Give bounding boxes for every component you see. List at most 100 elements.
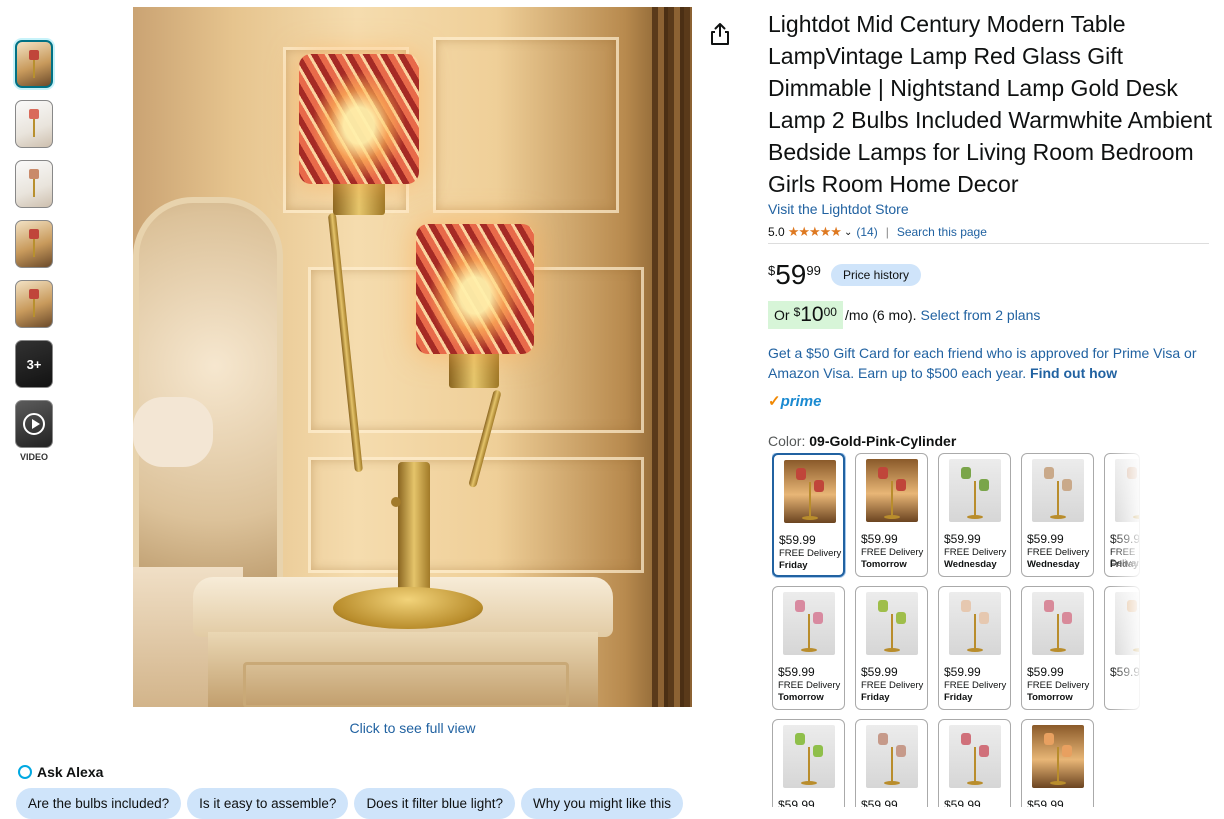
star-rating-icon[interactable]: ★★★★★ [788, 224, 842, 240]
swatch-price: $59.99 [1027, 532, 1064, 546]
color-swatch[interactable]: $59.99FREE DeliveryFriday [855, 586, 928, 710]
prime-label: prime [780, 393, 822, 410]
alexa-chip[interactable]: Is it easy to assemble? [187, 788, 349, 819]
color-swatch[interactable]: $59.99 FREE Delivery Tomorrow [772, 586, 845, 710]
ask-alexa-label: Ask Alexa [37, 764, 104, 780]
color-swatches: $59.99 FREE Delivery Friday $59.99 FREE Deli… [772, 453, 1140, 807]
swatch-delivery: FREE Delivery [779, 548, 842, 559]
swatch-price: $59.99 [944, 532, 981, 546]
swatch-image [784, 460, 836, 523]
ask-alexa-heading: Ask Alexa [18, 764, 103, 780]
color-label-text: Color: [768, 433, 806, 449]
swatch-price: $59.99 [779, 533, 816, 547]
divider: | [885, 225, 889, 239]
swatch-price: $59.99 [861, 665, 898, 679]
swatch-image [866, 459, 918, 522]
color-swatch[interactable]: $59.99 [1021, 719, 1094, 807]
swatch-image [783, 725, 835, 788]
color-value: 09-Gold-Pink-Cylinder [809, 433, 957, 449]
share-icon[interactable] [709, 22, 731, 46]
swatch-price: $59.99 [861, 798, 898, 807]
or-label: Or [774, 307, 790, 323]
swatch-price: $59.99 [778, 665, 815, 679]
color-swatch[interactable]: $59.99 FREE Delivery Wednesday [1021, 453, 1094, 577]
review-count-link[interactable]: (14) [856, 225, 877, 239]
thumbnail-more[interactable]: 3+ [15, 340, 53, 388]
select-plans-link[interactable]: Select from 2 plans [921, 307, 1041, 323]
price-whole: 59 [775, 259, 807, 290]
alexa-chip[interactable]: Are the bulbs included? [16, 788, 182, 819]
swatch-delivery-day: Friday [861, 692, 890, 703]
search-page-link[interactable]: Search this page [897, 225, 987, 239]
scroll-fade [1110, 453, 1140, 807]
color-swatch[interactable]: $59.99FREE DeliveryFriday [938, 586, 1011, 710]
alexa-chip[interactable]: Does it filter blue light? [354, 788, 516, 819]
swatch-image [866, 725, 918, 788]
thumbnail-video[interactable] [15, 400, 53, 448]
alexa-icon [18, 765, 32, 779]
monthly-term: /mo (6 mo). [844, 307, 917, 323]
promo-text[interactable]: Get a $50 Gift Card for each friend who … [768, 345, 1197, 381]
gift-card-promo: Get a $50 Gift Card for each friend who … [768, 343, 1218, 383]
monthly-whole: 10 [800, 303, 824, 326]
rating-value: 5.0 [768, 225, 785, 239]
swatch-image [949, 592, 1001, 655]
swatch-delivery-day: Friday [779, 560, 808, 571]
price-history-button[interactable]: Price history [831, 264, 922, 286]
thumbnail-2[interactable] [15, 100, 53, 148]
product-title: Lightdot Mid Century Modern Table LampVi… [768, 11, 1213, 197]
monthly-payment: Or $ 10 00 /mo (6 mo). Select from 2 pla… [768, 301, 1040, 329]
alexa-chip[interactable]: Why you might like this [521, 788, 684, 819]
color-swatch[interactable]: $59.99 [855, 719, 928, 807]
swatch-delivery-day: Tomorrow [778, 692, 824, 703]
swatch-price: $59.99 [1027, 665, 1064, 679]
swatch-delivery: FREE Delivery [944, 680, 1007, 691]
color-swatch[interactable]: $59.99 [772, 719, 845, 807]
swatch-delivery: FREE Delivery [861, 680, 924, 691]
prime-badge: ✓prime [768, 392, 821, 410]
more-images-count: 3+ [16, 341, 52, 387]
price-fraction: 99 [806, 263, 821, 278]
video-label: VIDEO [19, 452, 48, 462]
swatch-delivery: FREE Delivery [778, 680, 841, 691]
color-swatch[interactable]: $59.99 [938, 719, 1011, 807]
monthly-fraction: 00 [823, 305, 837, 319]
swatch-delivery: FREE Delivery [1027, 547, 1090, 558]
swatch-price: $59.99 [778, 798, 815, 807]
swatch-image [866, 592, 918, 655]
find-out-how-link[interactable]: Find out how [1030, 365, 1117, 381]
swatch-delivery: FREE Delivery [1027, 680, 1090, 691]
swatch-image [783, 592, 835, 655]
swatch-price: $59.99 [944, 665, 981, 679]
color-swatch[interactable]: $59.99 FREE Delivery Tomorrow [1021, 586, 1094, 710]
swatch-image [949, 459, 1001, 522]
chevron-down-icon[interactable]: ⌄ [844, 227, 852, 238]
color-swatch[interactable]: $59.99 FREE Delivery Wednesday [938, 453, 1011, 577]
price-symbol: $ [768, 263, 776, 278]
monthly-symbol: $ [793, 305, 801, 319]
swatch-price: $59.99 [1027, 798, 1064, 807]
divider-line [768, 243, 1209, 244]
swatch-image [1032, 592, 1084, 655]
swatch-delivery-day: Friday [944, 692, 973, 703]
thumbnail-3[interactable] [15, 160, 53, 208]
color-swatch[interactable]: $59.99FREE DeliveryFriday [772, 453, 845, 577]
rating-row: 5.0 ★★★★★ ⌄ (14) | Search this page [768, 224, 987, 240]
swatch-delivery-day: Tomorrow [1027, 692, 1073, 703]
main-product-image[interactable] [133, 7, 692, 707]
play-icon [23, 413, 45, 435]
price: $ 59 99 [768, 260, 821, 290]
monthly-price-box: Or $ 10 00 [768, 301, 843, 329]
thumbnail-5[interactable] [15, 280, 53, 328]
thumbnail-4[interactable] [15, 220, 53, 268]
color-swatch[interactable]: $59.99 FREE Delivery Tomorrow [855, 453, 928, 577]
swatch-delivery-day: Tomorrow [861, 559, 907, 570]
swatch-delivery: FREE Delivery [944, 547, 1007, 558]
color-label: Color: 09-Gold-Pink-Cylinder [768, 433, 956, 449]
store-link[interactable]: Visit the Lightdot Store [768, 201, 909, 217]
thumbnail-1[interactable] [15, 40, 53, 88]
full-view-link[interactable]: Click to see full view [133, 720, 692, 736]
swatch-price: $59.99 [944, 798, 981, 807]
prime-check-icon: ✓ [768, 393, 781, 410]
swatch-image [1032, 725, 1084, 788]
